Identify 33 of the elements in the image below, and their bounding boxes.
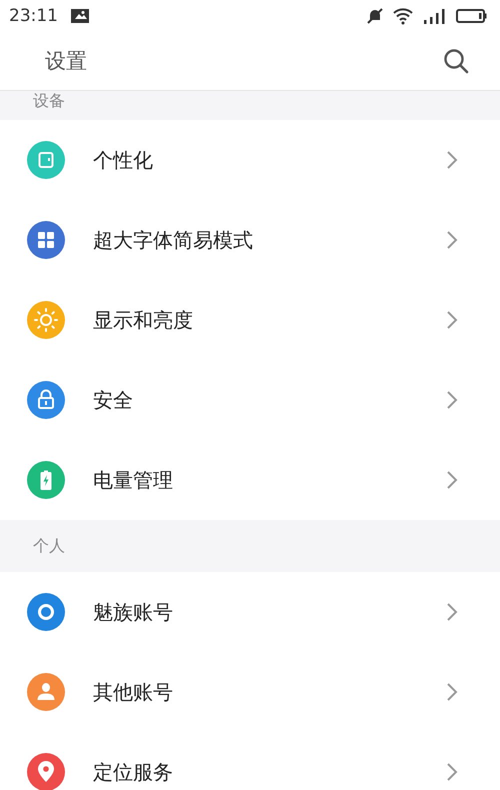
item-label: 定位服务 [93,758,174,786]
settings-item[interactable]: 电量管理 [0,440,500,520]
page-title: 设置 [45,48,88,75]
image-icon [70,8,90,24]
item-label: 显示和亮度 [93,306,194,334]
chevron-right-icon [446,230,458,250]
chevron-right-icon [446,310,458,330]
muted-bell-icon [366,7,384,25]
chevron-right-icon [446,390,458,410]
chevron-right-icon [446,762,458,782]
item-label: 安全 [93,386,134,414]
settings-item[interactable]: 魅族账号 [0,572,500,652]
settings-item[interactable]: 显示和亮度 [0,280,500,360]
item-label: 超大字体简易模式 [93,226,254,254]
settings-item[interactable]: 个性化 [0,120,500,200]
item-label: 个性化 [93,146,154,174]
section-header: 设备 [0,91,500,120]
clock-time: 23:11 [9,6,58,26]
settings-item[interactable]: 安全 [0,360,500,440]
chevron-right-icon [446,150,458,170]
wifi-icon [392,7,414,25]
chevron-right-icon [446,470,458,490]
settings-item[interactable]: 其他账号 [0,652,500,732]
chevron-right-icon [446,602,458,622]
item-label: 魅族账号 [93,598,174,626]
battery-icon [456,8,488,24]
chevron-right-icon [446,682,458,702]
search-icon[interactable] [443,48,469,74]
settings-item[interactable]: 超大字体简易模式 [0,200,500,280]
settings-item[interactable]: 定位服务 [0,732,500,790]
section-header: 个人 [0,520,500,572]
item-label: 电量管理 [93,466,174,494]
item-label: 其他账号 [93,678,174,706]
